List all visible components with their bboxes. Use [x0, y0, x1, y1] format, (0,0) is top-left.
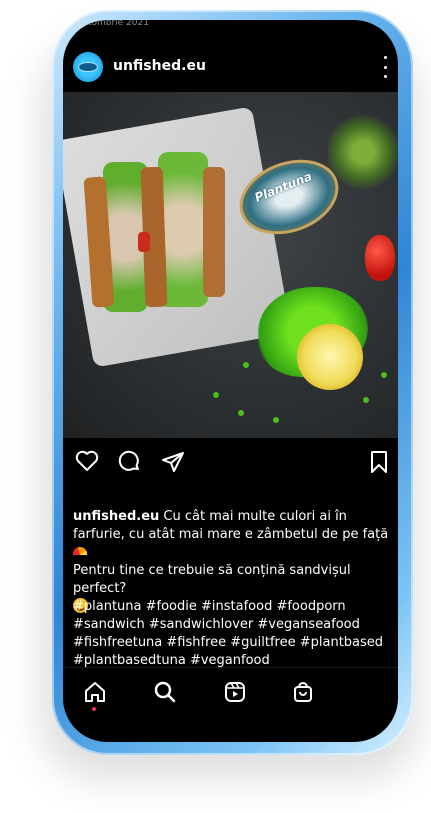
caption-username[interactable]: unfished.eu — [73, 509, 159, 524]
caption-question: Pentru tine ce trebuie să conțină sandvi… — [73, 563, 351, 596]
rainbow-emoji-icon — [73, 547, 87, 555]
bottom-nav — [63, 667, 398, 718]
fish-logo-icon — [78, 62, 98, 72]
bookmark-icon[interactable] — [369, 450, 389, 474]
more-options-icon[interactable] — [382, 56, 388, 78]
bread-slice — [203, 167, 225, 297]
shop-icon[interactable] — [291, 680, 315, 708]
heart-icon[interactable] — [75, 450, 99, 472]
cherry-tomato — [365, 235, 395, 281]
lemon-slice — [297, 324, 363, 390]
post-image[interactable]: Plantuna — [63, 92, 398, 438]
comment-icon[interactable] — [118, 450, 142, 474]
status-date: ctombrie 2021 — [83, 20, 149, 28]
tomato-slice — [138, 232, 150, 252]
home-icon[interactable] — [83, 680, 107, 708]
search-icon[interactable] — [153, 680, 177, 708]
avatar[interactable] — [73, 52, 103, 82]
instagram-screen: ctombrie 2021 unfished.eu Plantuna unfis… — [63, 20, 398, 742]
reels-icon[interactable] — [223, 680, 247, 708]
herbs — [328, 112, 398, 192]
notification-dot — [92, 707, 96, 711]
post-actions — [63, 448, 398, 478]
post-username[interactable]: unfished.eu — [113, 58, 206, 74]
post-header: unfished.eu — [63, 50, 398, 86]
share-icon[interactable] — [161, 450, 185, 474]
hashtags[interactable]: #plantuna #foodie #instafood #foodporn #… — [73, 598, 393, 670]
